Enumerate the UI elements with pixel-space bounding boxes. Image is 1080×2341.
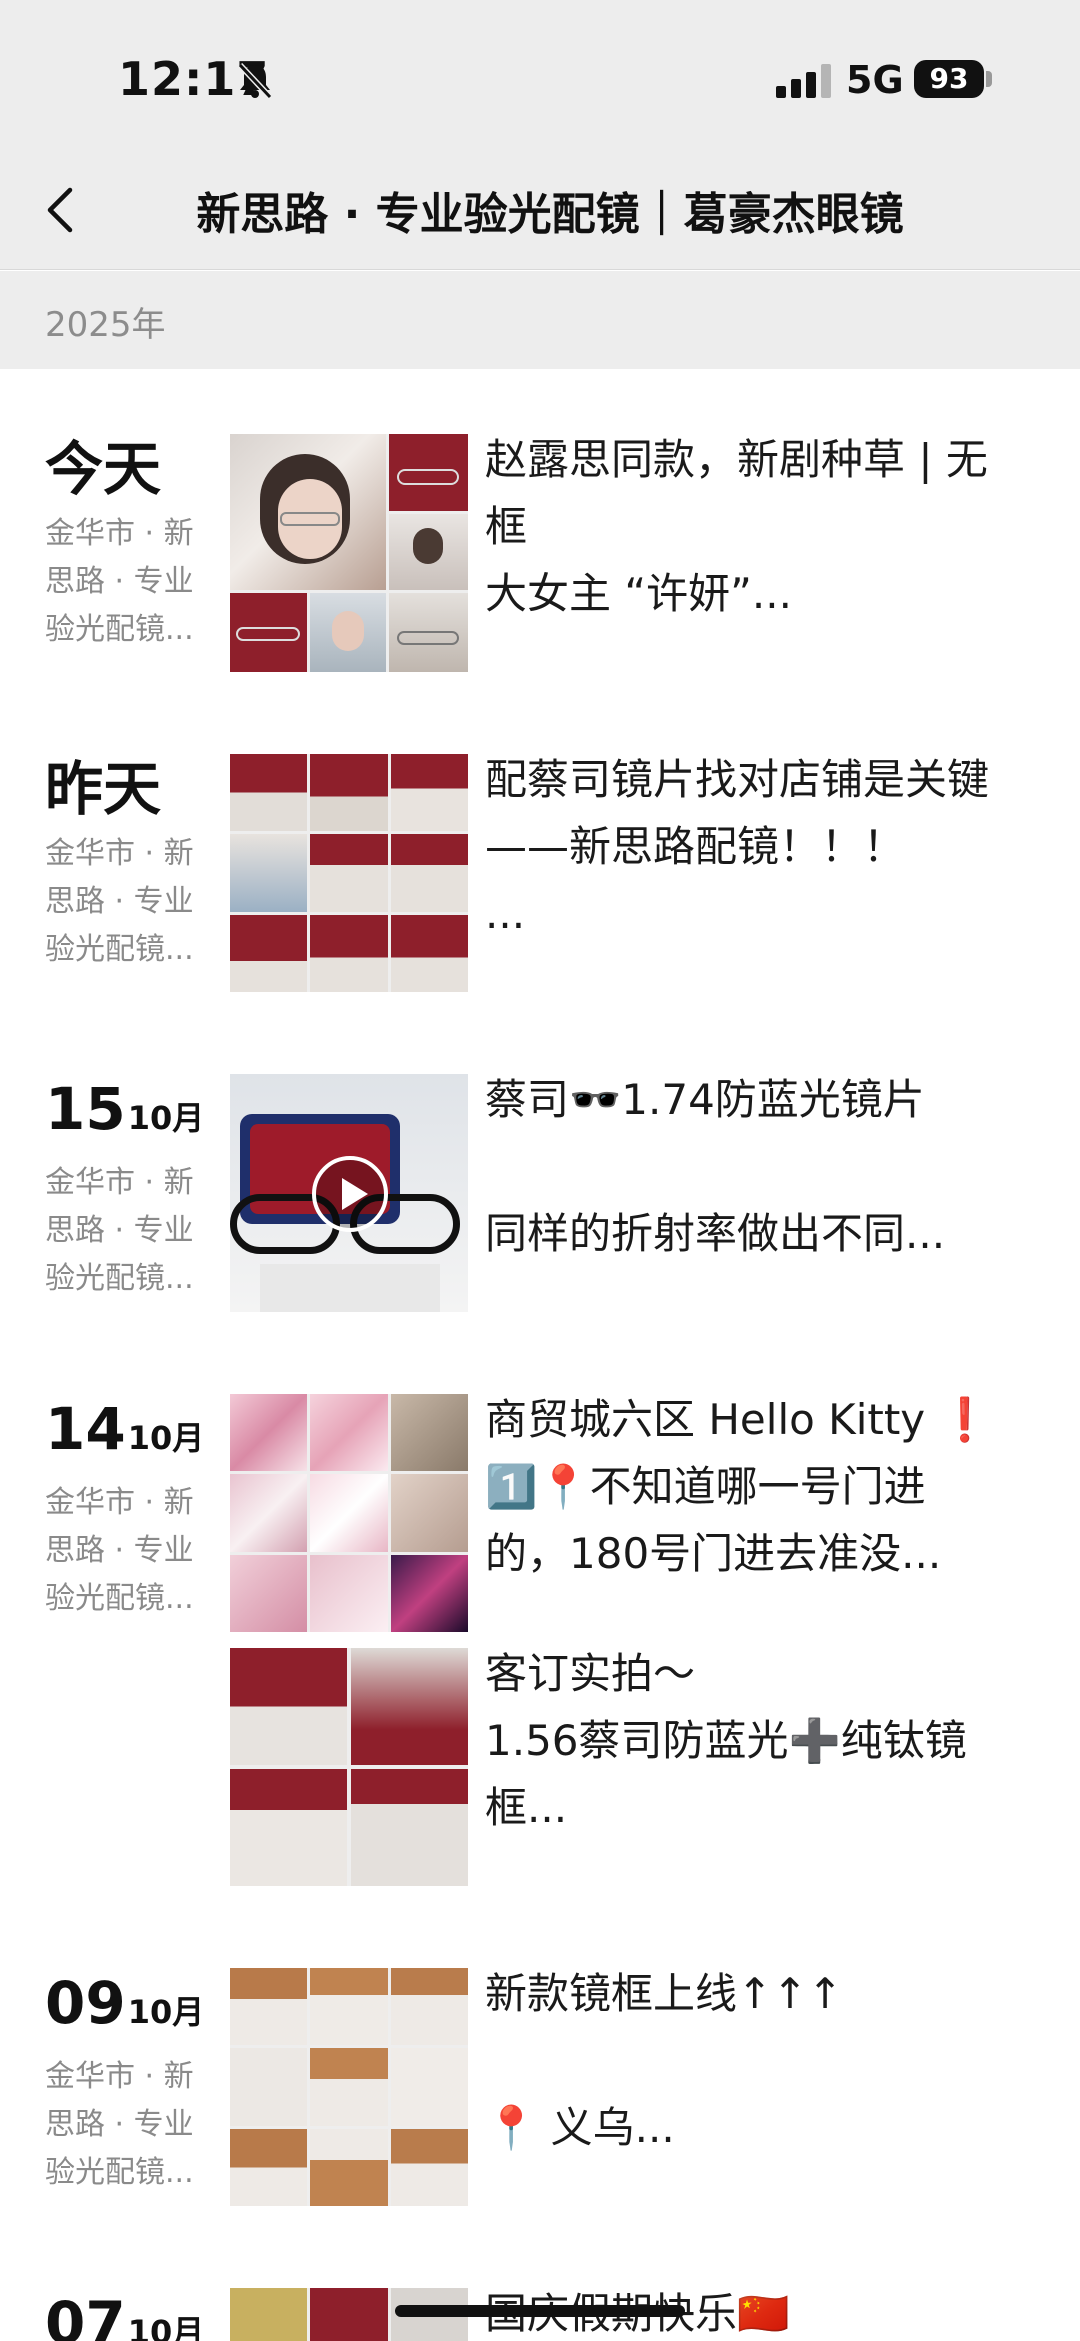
date-label: 昨天	[45, 755, 162, 823]
date-month: 10月	[127, 1993, 205, 2031]
play-icon[interactable]	[310, 1154, 390, 1234]
photo-cell	[391, 2129, 468, 2206]
page-title: 新思路 · 专业验光配镜｜葛豪杰眼镜	[196, 189, 904, 240]
photo-cell	[310, 754, 388, 831]
post-thumbnail[interactable]	[230, 434, 468, 672]
photo-cell	[391, 1474, 468, 1552]
date-day: 15	[45, 1075, 126, 1143]
date-label: 0710月	[45, 2288, 215, 2341]
date-block: 1410月 金华市 · 新思路 · 专业验光配镜...	[45, 1394, 215, 1623]
photo-cell	[391, 1394, 468, 1471]
photo-cell	[391, 915, 468, 992]
photo-cell	[389, 593, 468, 672]
location-label: 金华市 · 新思路 · 专业验光配镜...	[45, 1165, 194, 1296]
photo-cell	[230, 1648, 347, 1765]
date-block: 今天 金华市 · 新思路 · 专业验光配镜...	[45, 434, 215, 654]
post-text: 蔡司🕶️1.74防蓝光镜片 同样的折射率做出不同...	[485, 1075, 946, 1258]
photo-cell	[230, 434, 386, 590]
post-text: 新款镜框上线↑↑↑ 📍 义乌...	[485, 1969, 843, 2152]
photo-cell	[310, 1474, 388, 1552]
post-thumbnail[interactable]	[230, 1648, 468, 1886]
photo-cell	[230, 915, 307, 992]
date-day: 07	[45, 2289, 126, 2341]
date-month: 10月	[127, 1099, 205, 1137]
signal-icon	[776, 64, 831, 98]
photo-cell	[310, 2048, 388, 2126]
date-month: 10月	[127, 2313, 205, 2341]
photo-cell	[310, 1968, 388, 2045]
photo-cell	[310, 1555, 388, 1632]
date-day: 09	[45, 1969, 126, 2037]
photo-cell	[351, 1648, 468, 1765]
battery-icon: 93	[914, 60, 984, 98]
date-block: 0910月 金华市 · 新思路 · 专业验光配镜...	[45, 1968, 215, 2197]
post-text: 客订实拍～ 1.56蔡司防蓝光➕纯钛镜框...	[485, 1649, 967, 1832]
post-text: 商贸城六区 Hello Kitty ❗ 1️⃣📍不知道哪一号门进的，180号门进…	[485, 1395, 991, 1578]
date-block: 1510月 金华市 · 新思路 · 专业验光配镜...	[45, 1074, 215, 1303]
photo-cell	[351, 1769, 468, 1886]
date-label: 0910月	[45, 1968, 215, 2047]
post-thumbnail[interactable]	[230, 754, 468, 992]
back-arrow-icon[interactable]	[42, 184, 78, 236]
location-label: 金华市 · 新思路 · 专业验光配镜...	[45, 1485, 194, 1616]
photo-cell	[230, 1769, 347, 1886]
photo-cell	[391, 1968, 468, 2045]
photo-cell	[389, 434, 468, 511]
home-indicator[interactable]	[395, 2305, 685, 2317]
date-block: 0710月	[45, 2288, 215, 2341]
network-type: 5G	[846, 58, 904, 102]
date-label: 今天	[45, 435, 162, 503]
bell-muted-icon	[237, 62, 273, 100]
status-bar: 12:17 5G 93	[0, 0, 1080, 150]
photo-cell	[230, 593, 307, 672]
date-block: 昨天 金华市 · 新思路 · 专业验光配镜...	[45, 754, 215, 974]
post-thumbnail[interactable]	[230, 1968, 468, 2206]
photo-cell	[230, 2048, 307, 2126]
photo-cell	[310, 2288, 388, 2341]
location-label: 金华市 · 新思路 · 专业验光配镜...	[45, 516, 194, 647]
photo-cell	[389, 514, 468, 590]
date-month: 10月	[127, 1419, 205, 1457]
post-thumbnail[interactable]	[230, 1394, 468, 1632]
photo-cell	[391, 754, 468, 831]
photo-cell	[310, 593, 386, 672]
photo-cell	[391, 1555, 468, 1632]
location-label: 金华市 · 新思路 · 专业验光配镜...	[45, 2059, 194, 2190]
photo-cell	[391, 834, 468, 912]
year-label: 2025年	[45, 305, 166, 345]
location-label: 金华市 · 新思路 · 专业验光配镜...	[45, 836, 194, 967]
photo-cell	[230, 1968, 307, 2045]
video-thumbnail[interactable]	[230, 1074, 468, 1312]
date-day: 14	[45, 1395, 126, 1463]
photo-cell	[230, 1474, 307, 1552]
post-text: 配蔡司镜片找对店铺是关键——新思路配镜！！！ ...	[485, 755, 990, 938]
date-label: 1510月	[45, 1074, 215, 1153]
photo-cell	[310, 2129, 388, 2206]
battery-nub	[986, 71, 992, 87]
photo-cell	[391, 2048, 468, 2126]
photo-cell	[310, 915, 388, 992]
photo-cell	[230, 754, 307, 831]
photo-cell	[230, 834, 307, 912]
year-header: 2025年	[0, 271, 1080, 369]
nav-bar: 新思路 · 专业验光配镜｜葛豪杰眼镜	[0, 150, 1080, 270]
post-text: 赵露思同款，新剧种草 | 无框 大女主 “许妍”...	[485, 435, 988, 618]
date-label: 1410月	[45, 1394, 215, 1473]
photo-cell	[230, 1555, 307, 1632]
photo-cell	[230, 2129, 307, 2206]
photo-cell	[230, 1394, 307, 1471]
photo-cell	[310, 1394, 388, 1471]
photo-cell	[230, 2288, 307, 2341]
photo-cell	[310, 834, 388, 912]
